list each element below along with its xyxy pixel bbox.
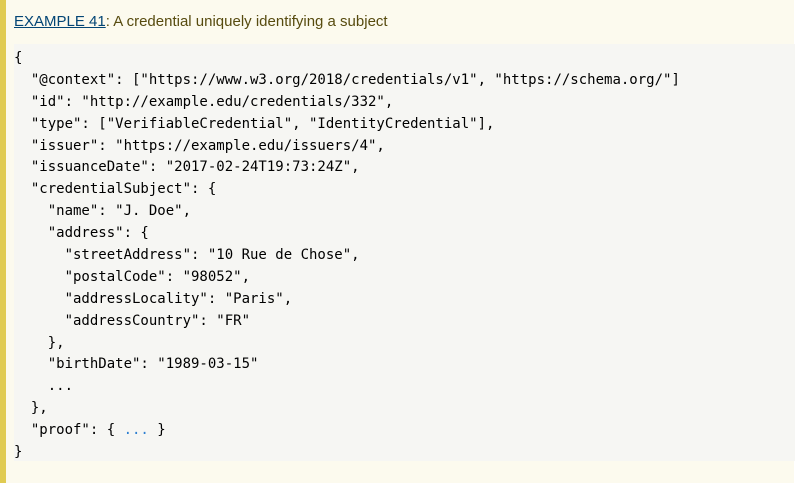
code-line: "issuanceDate": "2017-02-24T19:73:24Z", — [14, 159, 360, 176]
code-line: "@context": ["https://www.w3.org/2018/cr… — [14, 71, 680, 88]
code-line: "type": ["VerifiableCredential", "Identi… — [14, 115, 495, 132]
code-line: ... — [14, 378, 74, 395]
code-line: "address": { — [14, 225, 149, 242]
code-line: }, — [14, 334, 65, 351]
code-line-proof: "proof": { ... } — [14, 420, 795, 442]
proof-line-end: } — [148, 422, 166, 439]
code-line: "id": "http://example.edu/credentials/33… — [14, 93, 394, 110]
code-line: { — [14, 50, 23, 66]
example-title: A credential uniquely identifying a subj… — [113, 13, 388, 30]
code-line: } — [14, 444, 23, 461]
code-block: { "@context": ["https://www.w3.org/2018/… — [14, 44, 795, 461]
proof-ellipsis: ... — [123, 422, 149, 439]
code-line: "issuer": "https://example.edu/issuers/4… — [14, 137, 385, 154]
code-line: "addressCountry": "FR" — [14, 312, 251, 329]
code-line: "birthDate": "1989-03-15" — [14, 356, 259, 373]
code-line: "credentialSubject": { — [14, 181, 217, 198]
example-number-link[interactable]: EXAMPLE 41 — [14, 13, 106, 30]
code-line: "name": "J. Doe", — [14, 203, 192, 220]
code-line: "streetAddress": "10 Rue de Chose", — [14, 247, 360, 264]
code-line: }, — [14, 400, 48, 417]
example-panel: EXAMPLE 41: A credential uniquely identi… — [0, 0, 795, 483]
proof-line-start: "proof": { — [14, 422, 124, 439]
code-line: "addressLocality": "Paris", — [14, 290, 293, 307]
code-line: "postalCode": "98052", — [14, 268, 251, 285]
example-header: EXAMPLE 41: A credential uniquely identi… — [14, 12, 388, 32]
json-code: { "@context": ["https://www.w3.org/2018/… — [14, 48, 795, 464]
